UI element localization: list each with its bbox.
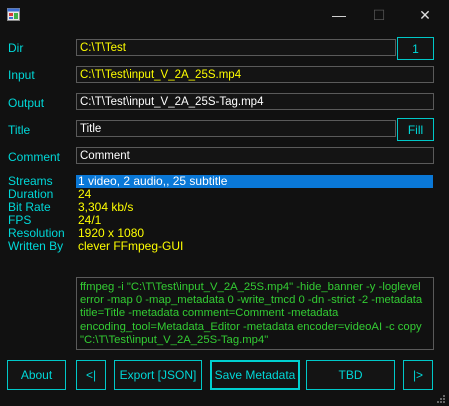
title-field[interactable]: Title bbox=[76, 120, 396, 137]
written-by-value: clever FFmpeg-GUI bbox=[78, 239, 184, 253]
streams-value[interactable]: 1 video, 2 audio,, 25 subtitle bbox=[76, 175, 433, 188]
close-button[interactable]: ✕ bbox=[405, 0, 445, 30]
dir-label: Dir bbox=[8, 41, 24, 55]
tbd-button[interactable]: TBD bbox=[306, 360, 395, 390]
dir-number-button[interactable]: 1 bbox=[397, 37, 434, 60]
about-button[interactable]: About bbox=[7, 360, 66, 390]
ffmpeg-command-box[interactable]: ffmpeg -i "C:\T\Test\input_V_2A_25S.mp4"… bbox=[76, 277, 434, 350]
input-label: Input bbox=[8, 68, 35, 82]
output-label: Output bbox=[8, 96, 45, 110]
dir-field[interactable]: C:\T\Test bbox=[76, 39, 396, 56]
title-bar: — ☐ ✕ bbox=[0, 0, 449, 30]
input-field[interactable]: C:\T\Test\input_V_2A_25S.mp4 bbox=[76, 66, 434, 83]
written-by-label: Written By bbox=[8, 239, 64, 253]
next-button[interactable]: |> bbox=[403, 360, 433, 390]
app-icon bbox=[7, 8, 20, 21]
export-json-button[interactable]: Export [JSON] bbox=[114, 360, 202, 390]
comment-field[interactable]: Comment bbox=[76, 147, 434, 164]
previous-button[interactable]: <| bbox=[76, 360, 106, 390]
comment-label: Comment bbox=[8, 150, 61, 164]
resize-grip-icon[interactable] bbox=[436, 394, 445, 403]
save-metadata-button[interactable]: Save Metadata bbox=[210, 360, 300, 390]
fill-button[interactable]: Fill bbox=[397, 118, 434, 141]
title-label: Title bbox=[8, 123, 31, 137]
minimize-button[interactable]: — bbox=[319, 0, 359, 30]
maximize-button: ☐ bbox=[372, 6, 386, 23]
output-field[interactable]: C:\T\Test\input_V_2A_25S-Tag.mp4 bbox=[76, 93, 434, 110]
